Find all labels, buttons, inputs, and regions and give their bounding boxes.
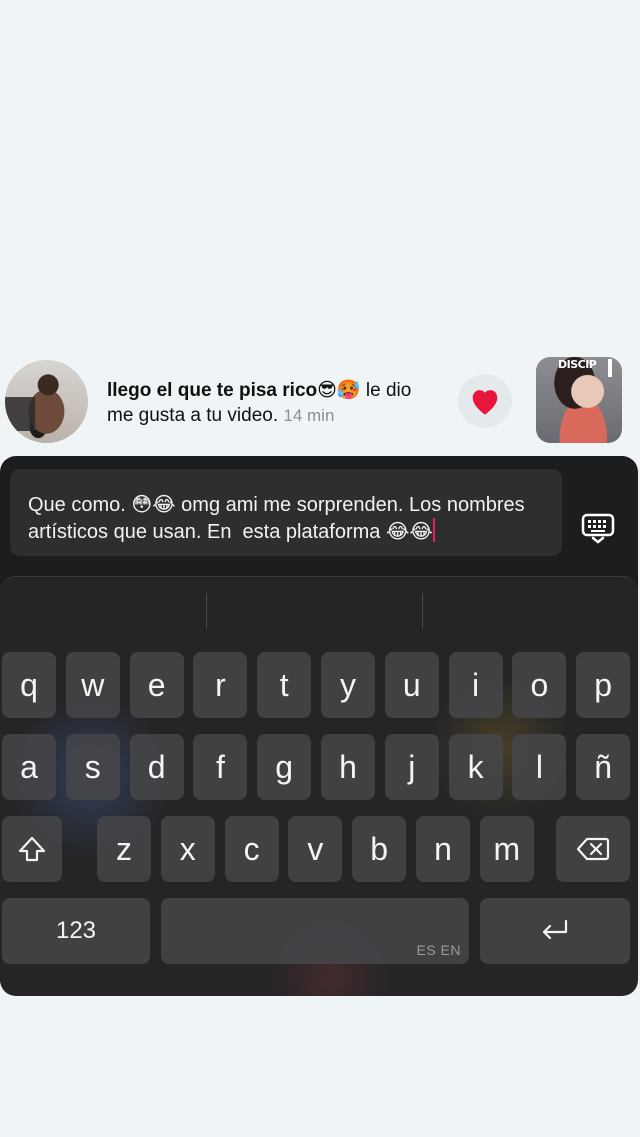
text-caret [432,518,435,542]
shift-icon [18,836,46,862]
key-w[interactable]: w [65,652,120,718]
suggestion-divider [422,593,423,629]
like-button[interactable] [458,374,512,428]
key-c[interactable]: c [224,816,279,882]
key-t[interactable]: t [257,652,312,718]
numbers-key[interactable]: 123 [2,898,150,964]
key-h[interactable]: h [321,734,375,800]
suggestion-divider [206,593,207,629]
video-thumbnail[interactable]: DISCIP [536,357,622,443]
user-avatar[interactable] [5,360,88,443]
key-k[interactable]: k [448,734,503,800]
notification-text: llego el que te pisa rico😎🥵 le dio me gu… [107,378,437,428]
notification-username[interactable]: llego el que te pisa rico [107,380,317,401]
key-e[interactable]: e [129,652,184,718]
key-f[interactable]: f [193,734,248,800]
key-m[interactable]: m [479,816,534,882]
key-z[interactable]: z [97,816,151,882]
key-j[interactable]: j [384,734,439,800]
key-n[interactable]: n [416,816,470,882]
key-r[interactable]: r [193,652,248,718]
notification-time: 14 min [283,406,335,425]
key-g[interactable]: g [257,734,312,800]
key-u[interactable]: u [384,652,439,718]
space-key[interactable]: ES EN [161,898,469,964]
like-notification[interactable]: llego el que te pisa rico😎🥵 le dio me gu… [0,350,640,450]
language-indicator: ES EN [416,942,461,958]
key-q[interactable]: q [2,652,56,718]
virtual-keyboard: qwertyuiop asdfghjklñ zxcvbnm 123 ES EN [0,576,638,996]
message-input[interactable]: Que como. 😳😂 omg ami me sorprenden. Los … [10,469,562,556]
numbers-key-label: 123 [55,917,97,944]
key-v[interactable]: v [288,816,343,882]
keyboard-toggle-button[interactable] [580,512,616,544]
backspace-icon [576,837,610,861]
key-b[interactable]: b [352,816,407,882]
key-d[interactable]: d [129,734,184,800]
return-icon [542,919,568,940]
key-p[interactable]: p [576,652,631,718]
shift-key[interactable] [2,816,62,882]
key-l[interactable]: l [512,734,567,800]
key-ñ[interactable]: ñ [576,734,631,800]
notification-emojis: 😎🥵 [317,380,361,401]
key-i[interactable]: i [448,652,503,718]
key-o[interactable]: o [512,652,567,718]
key-x[interactable]: x [160,816,215,882]
reply-panel: Que como. 😳😂 omg ami me sorprenden. Los … [0,456,638,996]
thumbnail-label: DISCIP [558,358,597,371]
return-key[interactable] [480,898,630,964]
message-input-text[interactable]: Que como. 😳😂 omg ami me sorprenden. Los … [28,493,548,545]
heart-icon [472,390,498,415]
backspace-key[interactable] [556,816,630,882]
keyboard-icon [581,513,615,544]
key-a[interactable]: a [2,734,56,800]
key-y[interactable]: y [321,652,375,718]
key-s[interactable]: s [65,734,120,800]
